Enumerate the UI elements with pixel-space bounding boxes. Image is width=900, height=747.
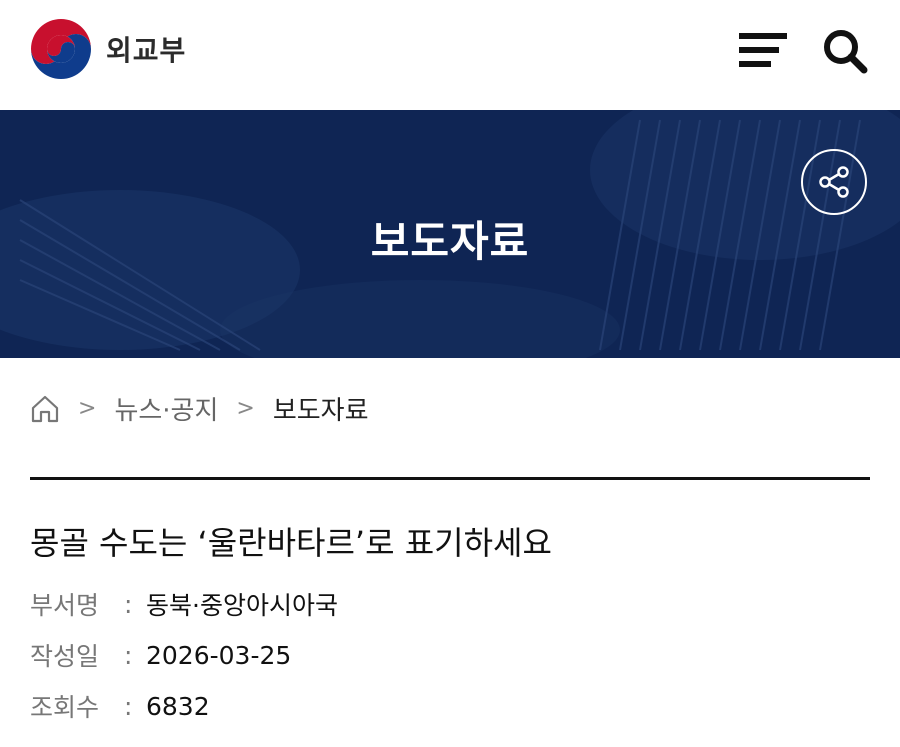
meta-value: 동북·중앙아시아국 bbox=[146, 591, 338, 620]
share-icon bbox=[819, 166, 849, 198]
page-banner: 보도자료 bbox=[0, 110, 900, 358]
menu-icon bbox=[739, 33, 787, 67]
meta-colon: : bbox=[124, 640, 133, 670]
meta-date: 작성일 : 2026-03-25 bbox=[30, 637, 291, 673]
ministry-logo[interactable]: 외교부 bbox=[30, 18, 186, 80]
meta-colon: : bbox=[124, 589, 133, 619]
logo-text: 외교부 bbox=[106, 34, 187, 67]
chevron-right-icon: > bbox=[236, 396, 255, 421]
search-icon bbox=[824, 30, 868, 74]
title-divider bbox=[30, 477, 870, 480]
meta-label: 조회수 bbox=[30, 693, 100, 722]
share-button[interactable] bbox=[801, 149, 867, 215]
meta-colon: : bbox=[124, 691, 133, 721]
taegeuk-emblem-icon bbox=[31, 19, 91, 79]
meta-label: 부서명 bbox=[30, 591, 100, 620]
site-header: 외교부 bbox=[0, 0, 900, 110]
meta-value: 2026-03-25 bbox=[146, 640, 292, 670]
breadcrumb: > 뉴스·공지 > 보도자료 bbox=[30, 390, 369, 427]
search-button[interactable] bbox=[820, 26, 870, 76]
banner-title: 보도자료 bbox=[370, 217, 530, 266]
meta-department: 부서명 : 동북·중앙아시아국 bbox=[30, 586, 338, 622]
chevron-right-icon: > bbox=[78, 396, 97, 421]
breadcrumb-item-current[interactable]: 보도자료 bbox=[273, 390, 369, 427]
meta-label: 작성일 bbox=[30, 642, 100, 671]
breadcrumb-home[interactable] bbox=[30, 394, 60, 424]
menu-button[interactable] bbox=[737, 30, 789, 70]
home-icon bbox=[31, 395, 59, 422]
post-title: 몽골 수도는 ‘울란바타르’로 표기하세요 bbox=[30, 524, 552, 562]
breadcrumb-item-news[interactable]: 뉴스·공지 bbox=[114, 390, 218, 427]
meta-value: 6832 bbox=[146, 691, 210, 721]
meta-views: 조회수 : 6832 bbox=[30, 688, 210, 724]
